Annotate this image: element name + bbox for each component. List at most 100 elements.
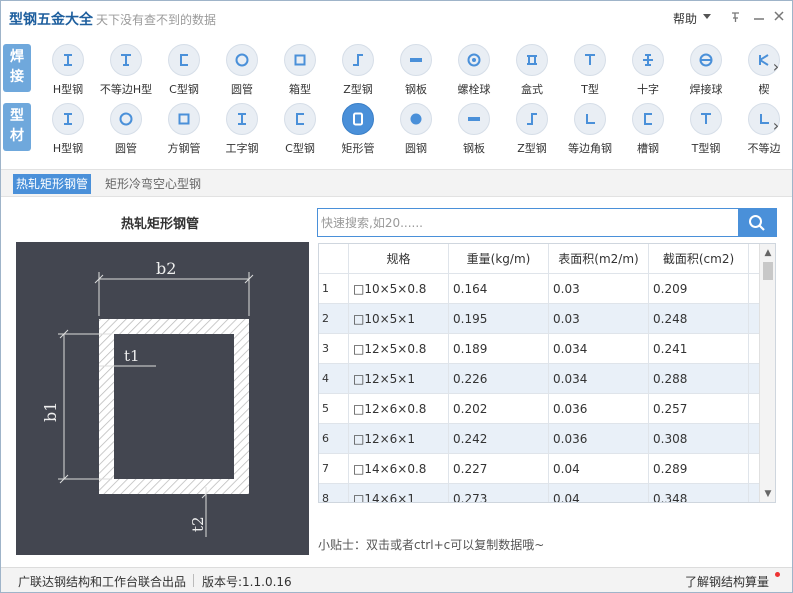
search-input[interactable] (318, 209, 738, 236)
tool-label: 螺栓球 (457, 83, 491, 96)
tool-h-beam[interactable]: H型钢 (39, 37, 97, 99)
table-row[interactable]: 3 □12×5×0.8 0.189 0.034 0.241 (319, 334, 759, 364)
cell-surface[interactable]: 0.036 (549, 394, 649, 424)
cell-spec[interactable]: □12×5×0.8 (349, 334, 449, 364)
welding-tag[interactable]: 焊 接 (3, 44, 31, 92)
cell-area[interactable]: 0.209 (649, 274, 749, 304)
help-menu[interactable]: 帮助 (673, 10, 697, 27)
equal-angle-icon (574, 103, 606, 135)
box-type-icon (516, 44, 548, 76)
cell-weight[interactable]: 0.202 (449, 394, 549, 424)
chevron-right-icon[interactable]: › (767, 55, 785, 79)
cell-weight[interactable]: 0.242 (449, 424, 549, 454)
tool-z-section[interactable]: Z型钢 (503, 96, 561, 158)
table-row[interactable]: 4 □12×5×1 0.226 0.034 0.288 (319, 364, 759, 394)
tool-t-section[interactable]: T型 (561, 37, 619, 99)
tool-t-section[interactable]: T型钢 (677, 96, 735, 158)
tool-unequal-h[interactable]: 不等边H型 (97, 37, 155, 99)
table-row[interactable]: 5 □12×6×0.8 0.202 0.036 0.257 (319, 394, 759, 424)
table-row[interactable]: 7 □14×6×0.8 0.227 0.04 0.289 (319, 454, 759, 484)
tool-box-type[interactable]: 盒式 (503, 37, 561, 99)
cell-spec[interactable]: □14×6×1 (349, 484, 449, 502)
learn-more-link[interactable]: 了解钢结构算量 (685, 573, 769, 590)
cell-surface[interactable]: 0.034 (549, 364, 649, 394)
tool-cross-section[interactable]: 十字 (619, 37, 677, 99)
cell-weight[interactable]: 0.226 (449, 364, 549, 394)
tool-round-tube[interactable]: 圆管 (213, 37, 271, 99)
tool-steel-plate[interactable]: 钢板 (445, 96, 503, 158)
tool-label: 钢板 (463, 142, 485, 155)
tool-h-beam[interactable]: H型钢 (39, 96, 97, 158)
cell-weight[interactable]: 0.195 (449, 304, 549, 334)
table-row[interactable]: 1 □10×5×0.8 0.164 0.03 0.209 (319, 274, 759, 304)
tool-round-bar[interactable]: 圆钢 (387, 96, 445, 158)
tool-c-channel[interactable]: C型钢 (271, 96, 329, 158)
tool-round-tube[interactable]: 圆管 (97, 96, 155, 158)
tool-channel[interactable]: 槽钢 (619, 96, 677, 158)
tool-rect-tube[interactable]: 矩形管 (329, 96, 387, 158)
cell-spec[interactable]: □12×5×1 (349, 364, 449, 394)
cell-spec[interactable]: □10×5×1 (349, 304, 449, 334)
cell-area[interactable]: 0.289 (649, 454, 749, 484)
table-row[interactable]: 6 □12×6×1 0.242 0.036 0.308 (319, 424, 759, 454)
cell-area[interactable]: 0.248 (649, 304, 749, 334)
cell-area[interactable]: 0.348 (649, 484, 749, 502)
cell-weight[interactable]: 0.164 (449, 274, 549, 304)
header-surface[interactable]: 表面积(m2/m) (549, 244, 649, 274)
cell-weight[interactable]: 0.227 (449, 454, 549, 484)
header-spec[interactable]: 规格 (349, 244, 449, 274)
cell-spec[interactable]: □12×6×1 (349, 424, 449, 454)
tool-equal-angle[interactable]: 等边角钢 (561, 96, 619, 158)
tool-square-tube[interactable]: 方钢管 (155, 96, 213, 158)
table-row[interactable]: 8 □14×6×1 0.273 0.04 0.348 (319, 484, 759, 502)
tool-z-section[interactable]: Z型钢 (329, 37, 387, 99)
app-slogan: 天下没有查不到的数据 (96, 13, 217, 27)
pin-icon[interactable] (728, 9, 744, 25)
spec-table: 规格 重量(kg/m) 表面积(m2/m) 截面积(cm2) 1 □10×5×0.… (318, 243, 776, 503)
chevron-right-icon[interactable]: › (767, 114, 785, 138)
table-scrollbar[interactable]: ▲ ▼ (759, 244, 775, 502)
chevron-down-icon[interactable] (703, 14, 711, 19)
tool-label: T型钢 (691, 142, 721, 155)
scroll-down-icon[interactable]: ▼ (760, 487, 775, 501)
minimize-icon[interactable] (751, 9, 767, 25)
welding-tag-char2: 接 (10, 69, 24, 85)
app-window: 型钢五金大全 天下没有查不到的数据 帮助 焊 接 H型钢 不等边H型 C型钢 圆管 箱型… (0, 0, 793, 593)
tool-welded-ball[interactable]: 焊接球 (677, 37, 735, 99)
unequal-h-icon (110, 44, 142, 76)
cell-area[interactable]: 0.288 (649, 364, 749, 394)
cell-surface[interactable]: 0.04 (549, 454, 649, 484)
rect-tube-drawing: b2 t1 b1 t2 (41, 259, 254, 537)
scroll-thumb[interactable] (763, 262, 773, 280)
tool-bolt-ball[interactable]: 螺栓球 (445, 37, 503, 99)
z-section-icon (342, 44, 374, 76)
cell-spec[interactable]: □14×6×0.8 (349, 454, 449, 484)
profile-tag[interactable]: 型 材 (3, 103, 31, 151)
close-icon[interactable] (771, 9, 787, 25)
cell-area[interactable]: 0.308 (649, 424, 749, 454)
cell-spec[interactable]: □10×5×0.8 (349, 274, 449, 304)
cell-area[interactable]: 0.257 (649, 394, 749, 424)
header-area[interactable]: 截面积(cm2) (649, 244, 749, 274)
subtab-cold-formed[interactable]: 矩形冷弯空心型钢 (102, 174, 204, 194)
subtab-hot-rolled[interactable]: 热轧矩形钢管 (13, 174, 92, 194)
cell-surface[interactable]: 0.036 (549, 424, 649, 454)
cell-area[interactable]: 0.241 (649, 334, 749, 364)
cell-weight[interactable]: 0.273 (449, 484, 549, 502)
cell-surface[interactable]: 0.04 (549, 484, 649, 502)
tool-steel-plate[interactable]: 钢板 (387, 37, 445, 99)
cell-surface[interactable]: 0.034 (549, 334, 649, 364)
i-beam-icon (226, 103, 258, 135)
cell-surface[interactable]: 0.03 (549, 304, 649, 334)
tool-label: C型钢 (169, 83, 199, 96)
tool-box-section[interactable]: 箱型 (271, 37, 329, 99)
table-row[interactable]: 2 □10×5×1 0.195 0.03 0.248 (319, 304, 759, 334)
tool-c-channel[interactable]: C型钢 (155, 37, 213, 99)
cell-weight[interactable]: 0.189 (449, 334, 549, 364)
search-button[interactable] (738, 209, 776, 236)
header-weight[interactable]: 重量(kg/m) (449, 244, 549, 274)
tool-i-beam[interactable]: 工字钢 (213, 96, 271, 158)
cell-spec[interactable]: □12×6×0.8 (349, 394, 449, 424)
cell-surface[interactable]: 0.03 (549, 274, 649, 304)
scroll-up-icon[interactable]: ▲ (760, 246, 775, 260)
